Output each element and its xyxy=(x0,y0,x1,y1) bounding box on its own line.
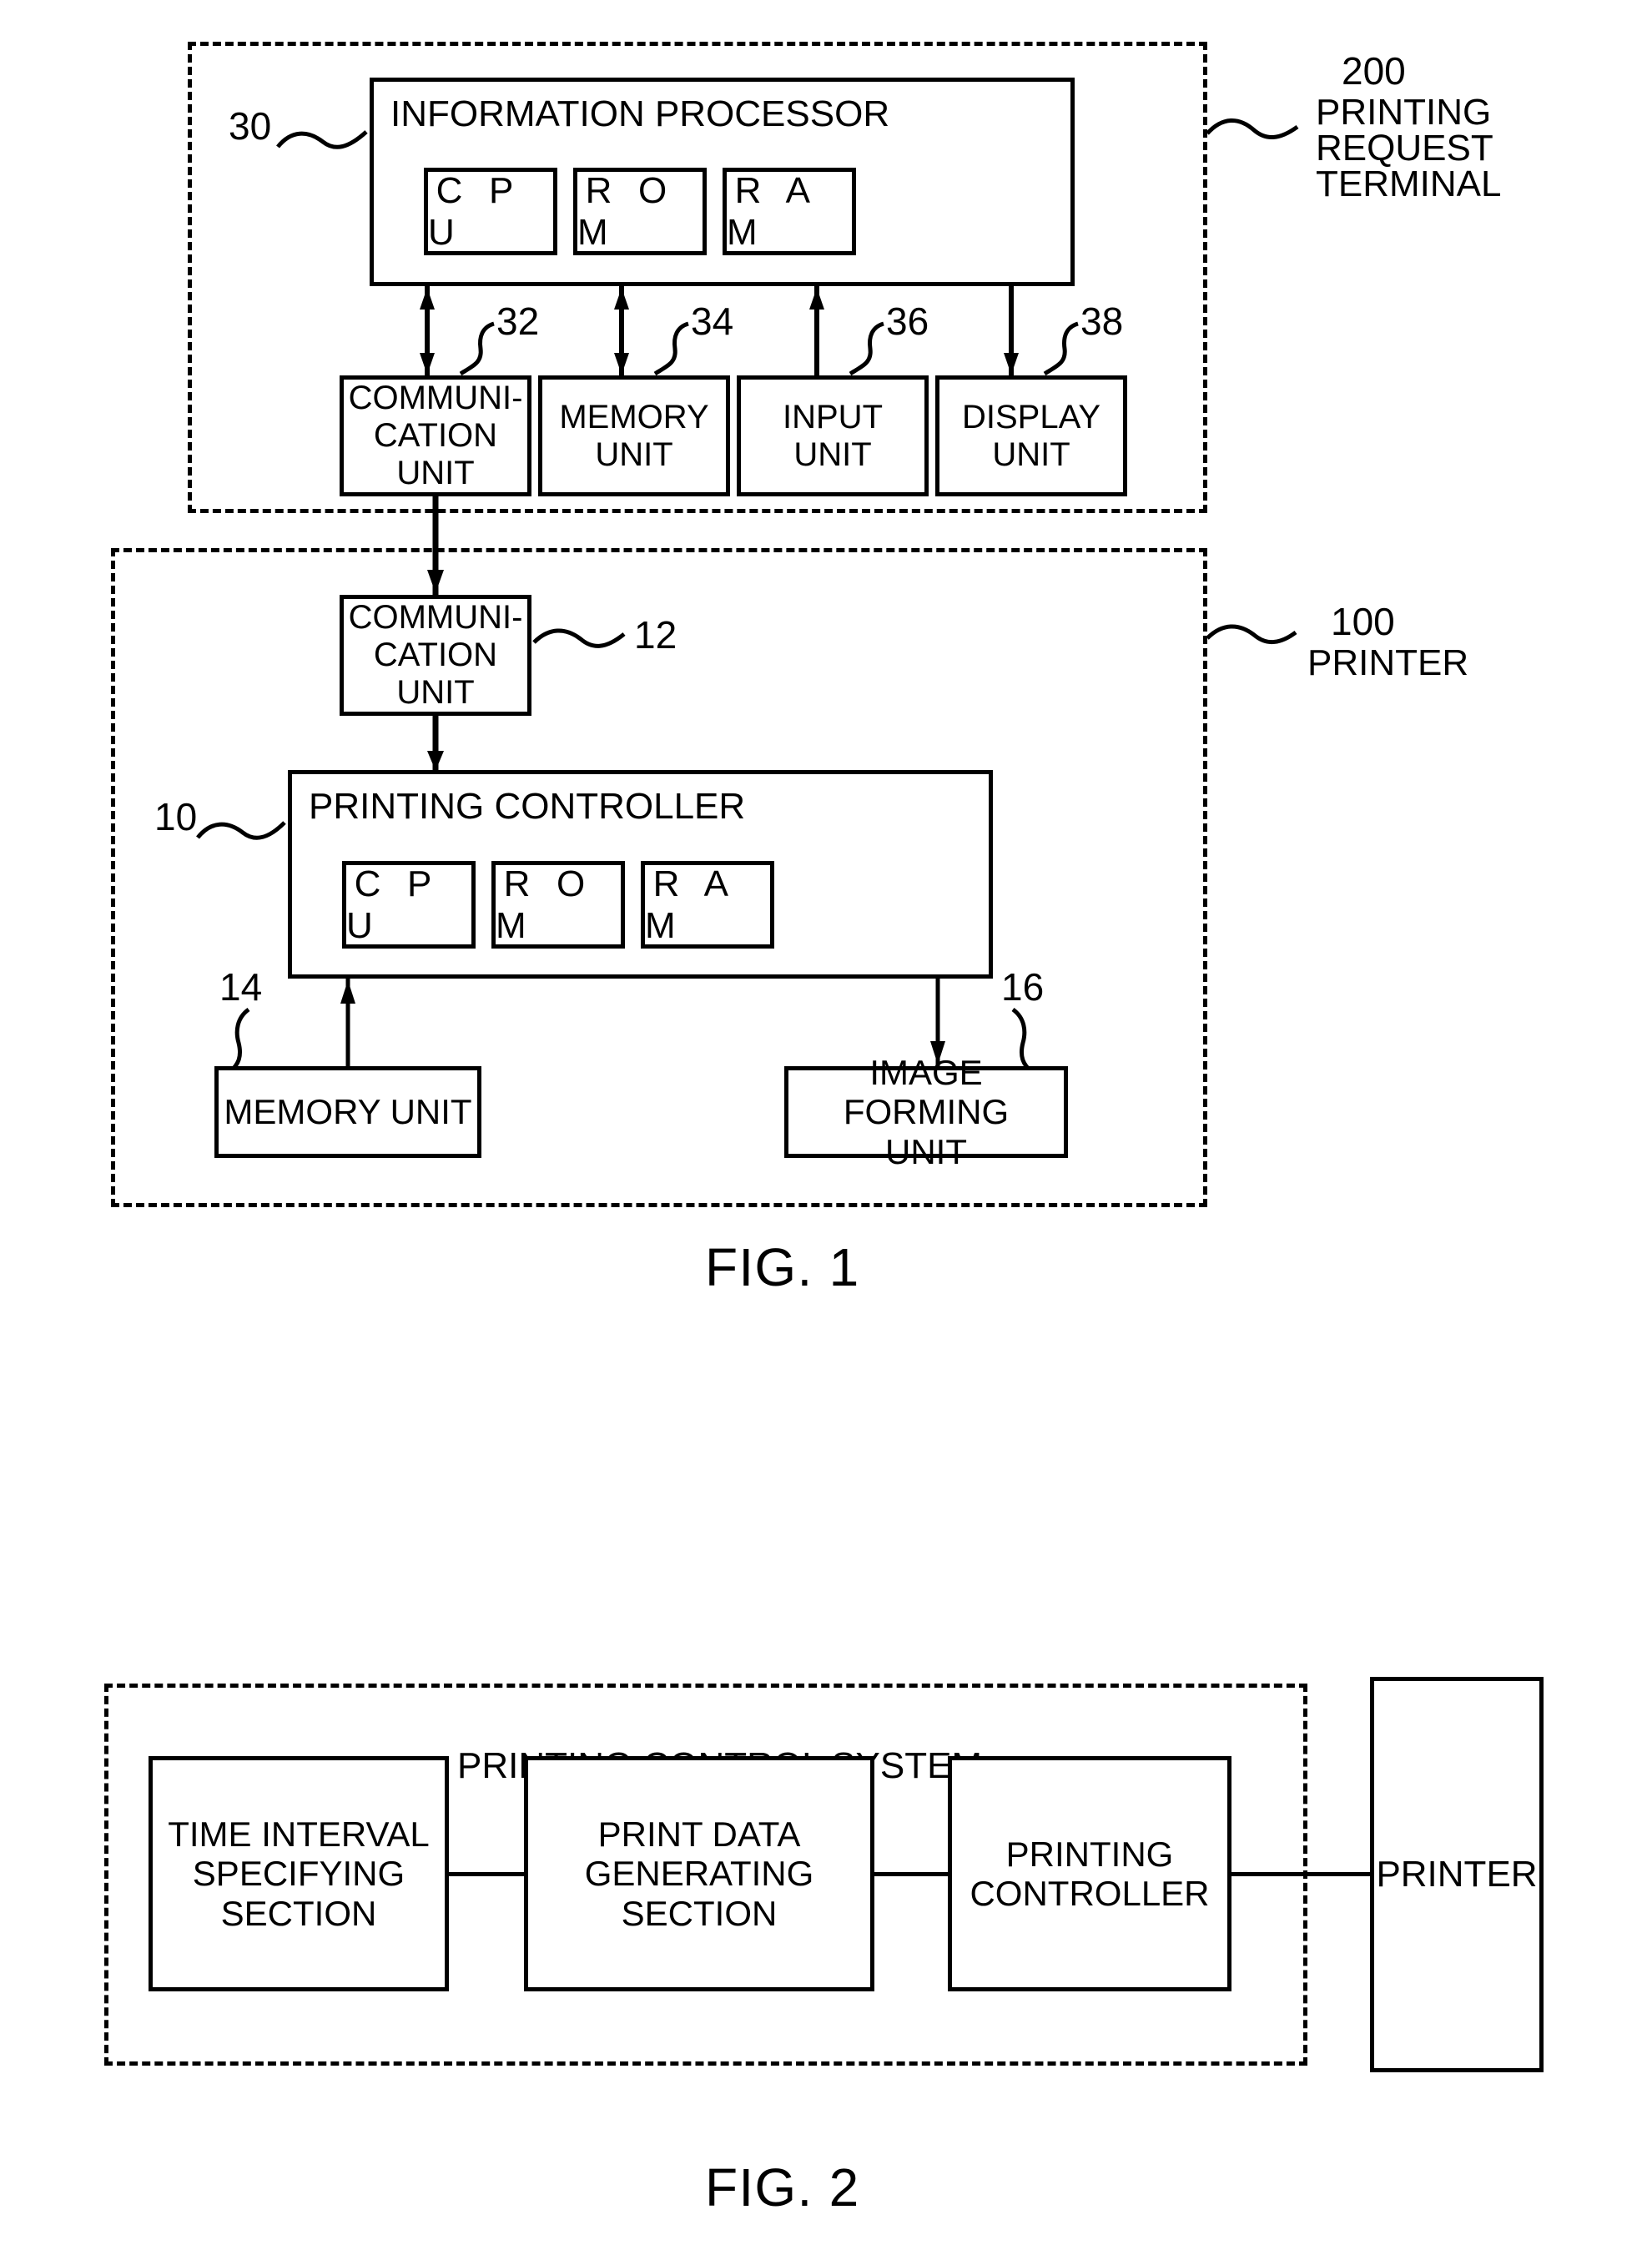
controller-chip-cpu: C P U xyxy=(342,861,476,949)
connector-time-interval-to-print-data xyxy=(449,1872,524,1876)
memory-unit-ref-number: 34 xyxy=(691,299,734,343)
printing-controller-section-box: PRINTING CONTROLLER xyxy=(948,1756,1231,1991)
arrow-terminal-to-printer-link xyxy=(427,496,444,595)
printer-communication-unit-ref-number: 12 xyxy=(634,613,677,657)
printer-communication-unit-box: COMMUNI- CATION UNIT xyxy=(340,595,531,716)
printer-memory-unit-lead-line xyxy=(229,1007,250,1073)
memory-unit-lead-line xyxy=(653,321,689,376)
input-unit-ref-number: 36 xyxy=(886,299,929,343)
display-unit-lead-line xyxy=(1043,321,1079,376)
arrow-input-unit-to-processor xyxy=(809,286,824,376)
terminal-memory-unit-box: MEMORY UNIT xyxy=(538,375,730,496)
printer-communication-unit-lead-line xyxy=(532,628,626,648)
terminal-input-unit-box: INPUT UNIT xyxy=(737,375,929,496)
processor-chip-rom: R O M xyxy=(573,168,707,255)
time-interval-specifying-section-box: TIME INTERVAL SPECIFYING SECTION xyxy=(149,1756,449,1991)
display-unit-ref-number: 38 xyxy=(1080,299,1124,343)
processor-chip-ram: R A M xyxy=(723,168,856,255)
communication-unit-ref-number: 32 xyxy=(496,299,540,343)
printer-name-label: PRINTER xyxy=(1307,642,1469,683)
information-processor-ref-number: 30 xyxy=(229,104,272,148)
information-processor-lead-line xyxy=(276,130,368,149)
information-processor-title: INFORMATION PROCESSOR xyxy=(390,93,890,134)
arrow-memory-unit-to-printing-controller xyxy=(340,979,355,1066)
image-forming-unit-box: IMAGE FORMING UNIT xyxy=(784,1053,1068,1171)
communication-unit-lead-line xyxy=(459,321,495,376)
printer-memory-unit-box: MEMORY UNIT xyxy=(214,1066,481,1158)
controller-chip-rom: R O M xyxy=(491,861,625,949)
printing-controller-ref-number: 10 xyxy=(154,795,198,838)
printing-controller-title: PRINTING CONTROLLER xyxy=(309,786,746,827)
terminal-display-unit-box: DISPLAY UNIT xyxy=(935,375,1127,496)
connector-print-data-to-printing-controller xyxy=(874,1872,948,1876)
terminal-name-line-3: TERMINAL xyxy=(1316,164,1502,204)
figure-2-caption: FIG. 2 xyxy=(705,2157,860,2217)
printer-lead-line xyxy=(1206,624,1297,645)
terminal-communication-unit-box: COMMUNI- CATION UNIT xyxy=(340,375,531,496)
connector-printing-controller-to-printer xyxy=(1231,1872,1370,1876)
arrow-communication-unit-to-printing-controller xyxy=(427,716,444,773)
printer-ref-number: 100 xyxy=(1331,600,1395,643)
external-printer-box: PRINTER xyxy=(1370,1677,1544,2072)
input-unit-lead-line xyxy=(849,321,884,376)
figure-1-caption: FIG. 1 xyxy=(705,1237,860,1297)
arrow-processor-to-display-unit xyxy=(1004,286,1019,376)
image-forming-unit-ref-number: 16 xyxy=(1001,965,1045,1009)
printing-controller-lead-line xyxy=(196,821,286,840)
terminal-ref-number: 200 xyxy=(1342,49,1406,93)
controller-chip-ram: R A M xyxy=(641,861,774,949)
printer-memory-unit-ref-number: 14 xyxy=(219,965,263,1009)
arrow-processor-to-memory-unit xyxy=(614,286,629,376)
print-data-generating-section-box: PRINT DATA GENERATING SECTION xyxy=(524,1756,874,1991)
terminal-lead-line xyxy=(1206,118,1299,139)
processor-chip-cpu: C P U xyxy=(424,168,557,255)
arrow-processor-to-communication-unit xyxy=(420,286,435,376)
patent-drawing-sheet: 200 PRINTING REQUEST TERMINAL INFORMATIO… xyxy=(0,0,1652,2250)
